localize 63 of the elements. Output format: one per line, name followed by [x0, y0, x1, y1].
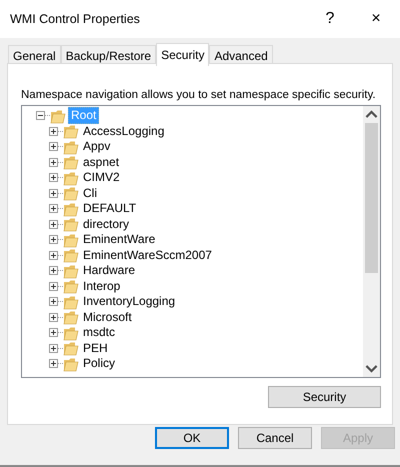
tab[interactable]: Advanced	[209, 45, 273, 65]
expand-icon[interactable]	[49, 344, 58, 353]
tree-item[interactable]: directory	[81, 216, 132, 232]
tree-item[interactable]: EminentWareSccm2007	[81, 248, 214, 263]
tree-item[interactable]: PEH	[81, 340, 110, 356]
folder-icon	[63, 340, 79, 356]
folder-icon	[63, 154, 79, 170]
expand-icon[interactable]	[49, 328, 58, 338]
folder-icon	[63, 262, 79, 279]
tab[interactable]: General	[8, 45, 61, 65]
expand-icon[interactable]	[49, 297, 58, 306]
tree-item[interactable]: Microsoft	[81, 310, 134, 325]
folder-icon	[63, 309, 79, 326]
tree-item[interactable]: AccessLogging	[81, 124, 166, 139]
folder-icon	[63, 216, 79, 232]
namespace-tree[interactable]: Root AccessLogging Appv aspnet CIMV2 Cli DEFAULT directory EminentWare EminentWareSccm2007 Hardware Interop InventoryLogging Microsoft msdtc PEH Policy	[21, 105, 381, 378]
tree-item[interactable]: DEFAULT	[81, 201, 138, 216]
tree-item[interactable]: CIMV2	[81, 170, 122, 186]
expand-icon[interactable]	[49, 220, 58, 229]
tree-item[interactable]: msdtc	[81, 325, 118, 340]
folder-icon	[63, 185, 79, 202]
expand-icon[interactable]	[49, 188, 58, 198]
tree-item[interactable]: aspnet	[81, 154, 122, 170]
close-button[interactable]: ×	[354, 4, 398, 34]
expand-icon[interactable]	[49, 235, 58, 244]
folder-icon	[50, 108, 66, 124]
folder-icon	[63, 232, 79, 248]
tree-item[interactable]: Cli	[81, 186, 99, 201]
help-button[interactable]: ?	[308, 4, 352, 34]
tree-item[interactable]: Interop	[81, 278, 122, 294]
expand-icon[interactable]	[49, 266, 58, 276]
folder-icon	[63, 170, 79, 186]
tree-item[interactable]: EminentWare	[81, 232, 158, 248]
expand-icon[interactable]	[49, 312, 58, 322]
tab[interactable]: Security	[156, 43, 210, 66]
scrollbar[interactable]	[363, 106, 380, 377]
expand-icon[interactable]	[49, 204, 58, 214]
window-title: WMI Control Properties	[10, 12, 141, 26]
dialog-button[interactable]: Cancel	[238, 427, 312, 449]
folder-icon	[63, 138, 79, 155]
expand-icon[interactable]	[49, 126, 58, 136]
expand-icon[interactable]	[49, 250, 58, 260]
expand-icon[interactable]	[49, 359, 58, 368]
dialog-button[interactable]: OK	[155, 427, 229, 449]
description-text: Namespace navigation allows you to set namespace specific security.	[21, 89, 377, 103]
folder-icon	[63, 356, 79, 372]
folder-icon	[63, 278, 79, 294]
expand-icon[interactable]	[49, 282, 58, 291]
expand-icon[interactable]	[49, 158, 58, 167]
collapse-icon[interactable]	[36, 111, 45, 120]
tree-item[interactable]: Hardware	[81, 263, 138, 278]
folder-icon	[63, 247, 79, 264]
folder-icon	[63, 294, 79, 310]
security-button[interactable]: Security	[268, 386, 381, 408]
folder-icon	[63, 200, 79, 217]
scrollbar-thumb[interactable]	[365, 123, 378, 273]
expand-icon[interactable]	[49, 173, 58, 182]
tree-item[interactable]: Appv	[81, 139, 112, 154]
folder-icon	[63, 123, 79, 140]
expand-icon[interactable]	[49, 142, 58, 152]
folder-icon	[63, 324, 79, 341]
tree-item[interactable]: Policy	[81, 356, 118, 372]
tree-item[interactable]: InventoryLogging	[81, 294, 178, 310]
